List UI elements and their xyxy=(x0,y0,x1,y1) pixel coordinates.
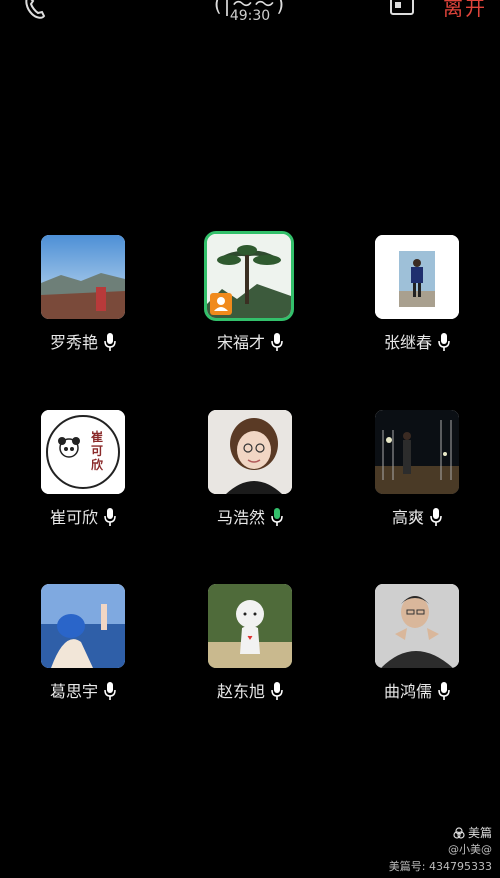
avatar-image xyxy=(208,410,292,494)
participant-name: 马浩然 xyxy=(216,508,265,527)
participant-name: 曲鸿儒 xyxy=(383,682,432,701)
avatar xyxy=(375,410,459,494)
mic-active-icon xyxy=(271,508,283,526)
mic-icon xyxy=(104,682,116,700)
host-badge-icon xyxy=(210,293,232,315)
meipian-logo-icon xyxy=(453,827,465,839)
avatar xyxy=(375,235,459,319)
participant-name-row: 罗秀艳 xyxy=(23,329,143,353)
participant-name: 高爽 xyxy=(391,508,424,527)
participant-tile[interactable]: 崔可欣 崔可欣 xyxy=(23,410,143,540)
participant-name: 张继春 xyxy=(383,333,432,352)
mic-icon xyxy=(271,333,283,351)
avatar-image xyxy=(375,235,459,319)
mic-icon xyxy=(104,508,116,526)
avatar xyxy=(208,584,292,668)
watermark-user: @小美@ xyxy=(448,843,492,856)
avatar-seal-text: 崔可欣 xyxy=(91,430,104,472)
avatar-image xyxy=(41,410,125,494)
participant-name-row: 马浩然 xyxy=(190,504,310,528)
participant-name: 罗秀艳 xyxy=(49,333,98,352)
participant-name-row: 张继春 xyxy=(357,329,477,353)
avatar-image xyxy=(208,584,292,668)
avatar-image xyxy=(41,235,125,319)
participant-tile[interactable]: 赵东旭 xyxy=(190,584,310,714)
participant-tile[interactable]: 罗秀艳 xyxy=(23,235,143,365)
mic-icon xyxy=(438,333,450,351)
participant-tile[interactable]: 葛思宇 xyxy=(23,584,143,714)
participant-tile[interactable]: 宋福才 xyxy=(190,231,310,365)
mic-icon xyxy=(438,682,450,700)
participant-name: 葛思宇 xyxy=(49,682,98,701)
avatar-image xyxy=(375,584,459,668)
avatar xyxy=(41,235,125,319)
watermark-brand-text: 美篇 xyxy=(467,826,492,840)
participant-tile[interactable]: 曲鸿儒 xyxy=(357,584,477,714)
avatar xyxy=(375,584,459,668)
participant-name-row: 赵东旭 xyxy=(190,678,310,702)
participant-name: 宋福才 xyxy=(216,333,265,352)
mic-icon xyxy=(430,508,442,526)
avatar-image xyxy=(375,410,459,494)
participant-name-row: 曲鸿儒 xyxy=(357,678,477,702)
participant-tile[interactable]: 张继春 xyxy=(357,235,477,365)
participant-grid: 罗秀艳 宋福才 张继春 崔可欣 崔可欣 马浩然 高爽 葛思宇 赵东旭 曲鸿儒 xyxy=(0,0,500,878)
mic-icon xyxy=(104,333,116,351)
avatar-speaking xyxy=(204,231,294,321)
participant-name-row: 崔可欣 xyxy=(23,504,143,528)
participant-name-row: 葛思宇 xyxy=(23,678,143,702)
participant-tile[interactable]: 马浩然 xyxy=(190,410,310,540)
avatar: 崔可欣 xyxy=(41,410,125,494)
watermark-brand: 美篇 xyxy=(453,824,492,841)
participant-name: 崔可欣 xyxy=(49,508,98,527)
watermark-id: 美篇号: 434795333 xyxy=(388,860,492,873)
avatar xyxy=(208,410,292,494)
participant-name: 赵东旭 xyxy=(216,682,265,701)
avatar-image xyxy=(41,584,125,668)
participant-name-row: 宋福才 xyxy=(190,329,310,353)
participant-name-row: 高爽 xyxy=(357,504,477,528)
avatar xyxy=(41,584,125,668)
mic-icon xyxy=(271,682,283,700)
participant-tile[interactable]: 高爽 xyxy=(357,410,477,540)
